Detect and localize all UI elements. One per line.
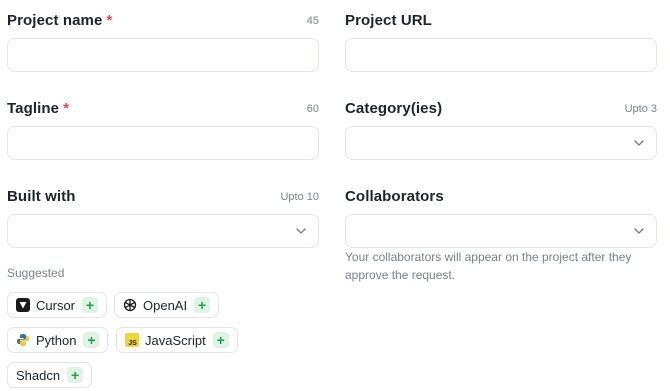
- built-with-limit: Upto 10: [280, 191, 319, 203]
- tagline-input[interactable]: [7, 126, 319, 160]
- tagline-label: Tagline *: [7, 100, 70, 117]
- built-with-field: Built with Upto 10: [7, 188, 319, 212]
- chip-label: Cursor: [36, 297, 76, 313]
- openai-logo-icon: [123, 298, 137, 312]
- collaborators-field: Collaborators: [345, 188, 657, 212]
- project-url-label: Project URL: [345, 12, 432, 29]
- collaborators-helper-text: Your collaborators will appear on the pr…: [345, 250, 632, 282]
- categories-limit: Upto 3: [624, 103, 657, 115]
- project-name-input[interactable]: [7, 38, 319, 72]
- plus-icon: +: [194, 297, 211, 313]
- built-with-select[interactable]: [7, 214, 319, 248]
- suggested-heading: Suggested: [7, 266, 65, 280]
- categories-select[interactable]: [345, 126, 657, 160]
- chip-label: OpenAI: [143, 297, 188, 313]
- svg-text:JS: JS: [128, 340, 137, 347]
- chip-label: Python: [36, 332, 77, 348]
- suggested-chip-openai[interactable]: OpenAI +: [114, 292, 220, 318]
- chevron-down-icon: [296, 227, 306, 235]
- categories-label: Category(ies): [345, 100, 443, 117]
- project-url-input[interactable]: [345, 38, 657, 72]
- project-name-field: Project name * 45: [7, 12, 319, 36]
- required-asterisk: *: [106, 12, 113, 29]
- javascript-logo-icon: JS: [125, 333, 139, 347]
- plus-icon: +: [67, 367, 84, 383]
- plus-icon: +: [83, 332, 100, 348]
- collaborators-label: Collaborators: [345, 188, 444, 205]
- python-logo-icon: [16, 333, 30, 347]
- chip-label: JavaScript: [145, 332, 206, 348]
- chip-label: Shadcn: [16, 367, 61, 383]
- plus-icon: +: [82, 297, 99, 313]
- project-url-field: Project URL: [345, 12, 657, 36]
- chevron-down-icon: [634, 139, 644, 147]
- suggested-chip-javascript[interactable]: JS JavaScript +: [116, 327, 238, 353]
- collaborators-select[interactable]: [345, 214, 657, 248]
- cursor-logo-icon: [16, 298, 30, 312]
- chevron-down-icon: [634, 227, 644, 235]
- categories-field: Category(ies) Upto 3: [345, 100, 657, 124]
- built-with-label: Built with: [7, 188, 76, 205]
- project-name-label: Project name *: [7, 12, 113, 29]
- suggested-chip-python[interactable]: Python +: [7, 327, 109, 353]
- tagline-char-counter: 60: [306, 103, 319, 115]
- suggested-chip-shadcn[interactable]: Shadcn +: [7, 362, 93, 388]
- plus-icon: +: [212, 332, 229, 348]
- suggested-chip-cursor[interactable]: Cursor +: [7, 292, 108, 318]
- tagline-field: Tagline * 60: [7, 100, 319, 124]
- project-name-char-counter: 45: [306, 15, 319, 27]
- required-asterisk: *: [63, 100, 70, 117]
